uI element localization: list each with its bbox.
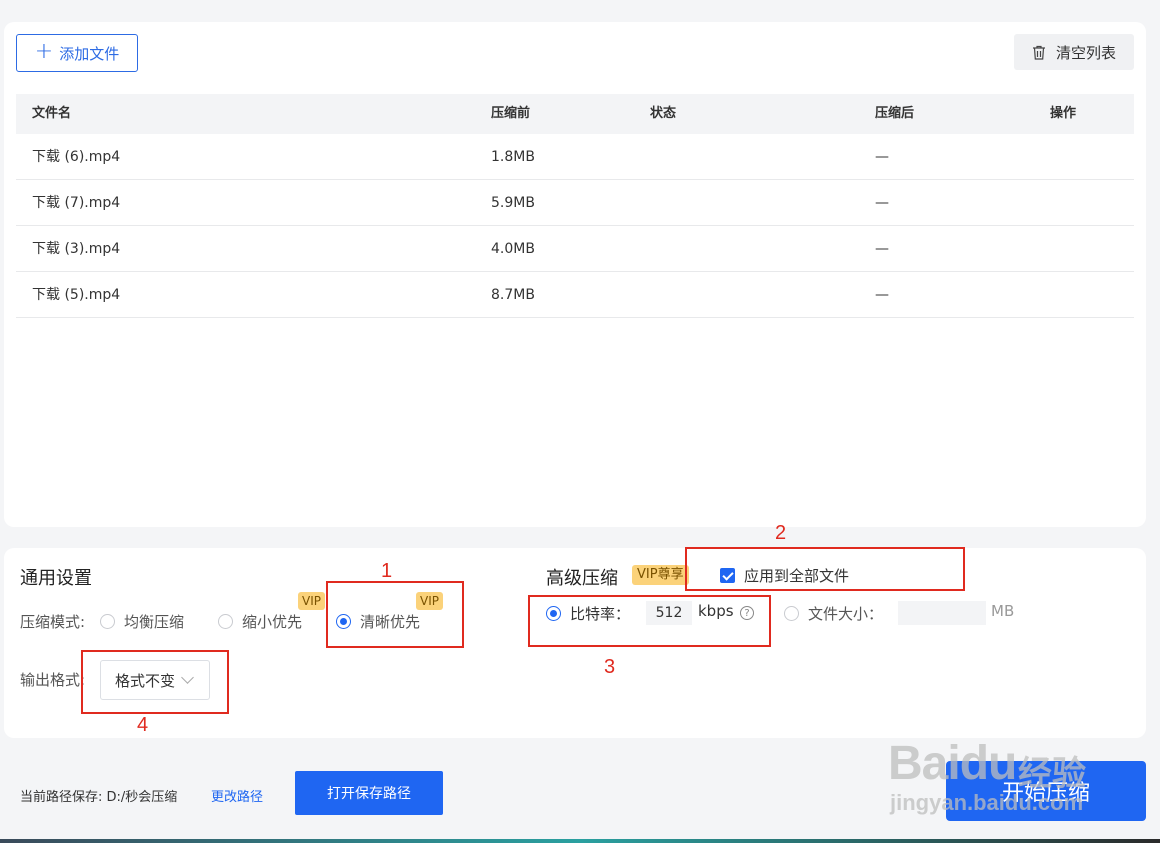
table-row[interactable]: 下载 (6).mp4 1.8MB — [16, 134, 1134, 180]
row-filename: 下载 (3).mp4 [32, 241, 121, 257]
mode-balanced-radio[interactable]: 均衡压缩 [100, 611, 184, 632]
row-before: 4.0MB [491, 241, 535, 257]
annotation-box-1 [326, 581, 464, 648]
radio-indicator [784, 606, 799, 621]
row-after: — [875, 287, 889, 303]
row-before: 5.9MB [491, 195, 535, 211]
annotation-number-3: 3 [604, 656, 616, 678]
add-file-button[interactable]: + 添加文件 [16, 34, 138, 72]
annotation-number-2: 2 [775, 522, 787, 544]
filesize-unit: MB [991, 602, 1015, 620]
advanced-compression-title: 高级压缩 [546, 568, 618, 589]
vip-badge: VIP [298, 592, 325, 610]
open-save-path-button[interactable]: 打开保存路径 [295, 771, 443, 815]
taskbar-strip [0, 839, 1160, 843]
row-filename: 下载 (5).mp4 [32, 287, 121, 303]
annotation-number-4: 4 [137, 714, 149, 736]
change-path-link[interactable]: 更改路径 [211, 786, 263, 805]
table-header: 文件名 压缩前 状态 压缩后 操作 [16, 94, 1134, 134]
row-after: — [875, 241, 889, 257]
row-after: — [875, 195, 889, 211]
vip-exclusive-badge: VIP尊享 [632, 565, 689, 585]
table-row[interactable]: 下载 (3).mp4 4.0MB — [16, 226, 1134, 272]
radio-indicator [218, 614, 233, 629]
filesize-radio[interactable]: 文件大小： [784, 603, 883, 624]
radio-indicator [100, 614, 115, 629]
plus-icon: + [34, 38, 54, 64]
filesize-label: 文件大小： [808, 605, 884, 623]
start-compress-label: 开始压缩 [1001, 781, 1090, 806]
annotation-box-3 [528, 595, 771, 647]
table-row[interactable]: 下载 (7).mp4 5.9MB — [16, 180, 1134, 226]
row-before: 1.8MB [491, 149, 535, 165]
row-filename: 下载 (6).mp4 [32, 149, 121, 165]
annotation-box-2 [685, 547, 965, 591]
table-row[interactable]: 下载 (5).mp4 8.7MB — [16, 272, 1134, 318]
add-file-label: 添加文件 [59, 44, 120, 63]
compression-mode-label: 压缩模式: [20, 613, 86, 631]
file-list-card: + 添加文件 清空列表 文件名 压缩前 状态 压缩后 操作 下载 (6).mp4… [4, 22, 1146, 527]
row-filename: 下载 (7).mp4 [32, 195, 121, 211]
filesize-input[interactable] [898, 601, 986, 625]
header-filename: 文件名 [32, 106, 72, 121]
row-before: 8.7MB [491, 287, 535, 303]
header-status: 状态 [650, 106, 677, 121]
row-after: — [875, 149, 889, 165]
trash-icon [1032, 45, 1046, 60]
clear-list-button[interactable]: 清空列表 [1014, 34, 1134, 70]
header-after: 压缩后 [875, 106, 915, 121]
header-before: 压缩前 [491, 106, 531, 121]
general-settings-title: 通用设置 [20, 568, 92, 589]
output-format-label: 输出格式: [20, 671, 86, 689]
clear-list-label: 清空列表 [1055, 43, 1116, 62]
current-save-path: 当前路径保存: D:/秒会压缩 [20, 790, 178, 805]
start-compress-button[interactable]: 开始压缩 [946, 761, 1146, 821]
mode-smaller-label: 缩小优先 [242, 613, 303, 631]
annotation-box-4 [81, 650, 229, 714]
header-operation: 操作 [1050, 106, 1077, 121]
mode-smaller-radio[interactable]: 缩小优先 [218, 611, 302, 632]
mode-balanced-label: 均衡压缩 [124, 613, 185, 631]
annotation-number-1: 1 [381, 560, 393, 582]
